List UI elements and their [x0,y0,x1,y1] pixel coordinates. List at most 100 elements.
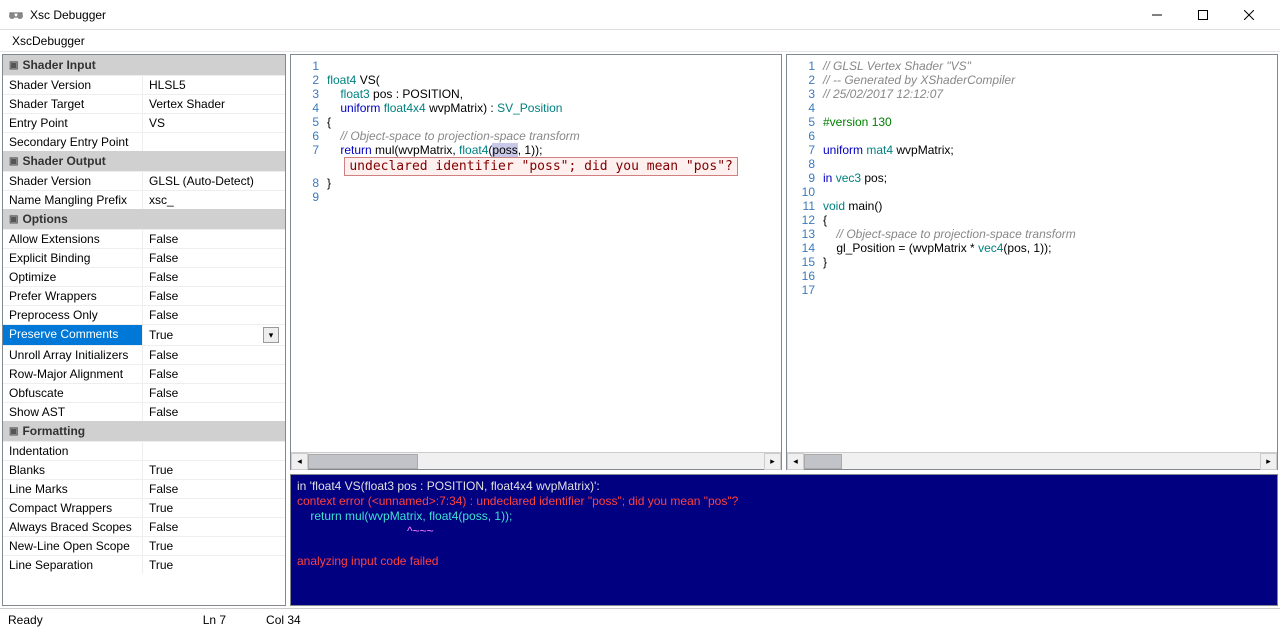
hscrollbar-right[interactable]: ◂ ▸ [787,452,1277,469]
property-row[interactable]: Shader VersionHLSL5 [3,75,285,94]
property-row[interactable]: Unroll Array InitializersFalse [3,345,285,364]
property-value[interactable]: False [143,518,285,536]
property-value[interactable]: True▾ [143,325,285,345]
property-group-header[interactable]: ▣Shader Output [3,151,285,171]
property-row[interactable]: OptimizeFalse [3,267,285,286]
property-row[interactable]: Entry PointVS [3,113,285,132]
property-value[interactable]: False [143,365,285,383]
dropdown-button[interactable]: ▾ [263,327,279,343]
property-row[interactable]: Compact WrappersTrue [3,498,285,517]
property-row[interactable]: Prefer WrappersFalse [3,286,285,305]
menu-item-xscdebugger[interactable]: XscDebugger [6,32,91,50]
property-value[interactable]: False [143,249,285,267]
property-row[interactable]: Row-Major AlignmentFalse [3,364,285,383]
scroll-left-icon[interactable]: ◂ [787,453,804,470]
code-line[interactable]: 15} [787,255,1277,269]
property-row[interactable]: Always Braced ScopesFalse [3,517,285,536]
code-line[interactable]: 3// 25/02/2017 12:12:07 [787,87,1277,101]
code-line[interactable]: 12{ [787,213,1277,227]
property-value[interactable]: VS [143,114,285,132]
source-editor-right[interactable]: 1// GLSL Vertex Shader "VS"2// -- Genera… [786,54,1278,470]
code-line[interactable]: 4 [787,101,1277,115]
property-group-header[interactable]: ▣Options [3,209,285,229]
property-group-header[interactable]: ▣Formatting [3,421,285,441]
property-value[interactable]: GLSL (Auto-Detect) [143,172,285,190]
property-value[interactable]: True [143,499,285,517]
code-line[interactable]: 11void main() [787,199,1277,213]
property-group-header[interactable]: ▣Shader Input [3,55,285,75]
property-row[interactable]: Line SeparationTrue [3,555,285,574]
property-value[interactable]: False [143,403,285,421]
property-row[interactable]: Allow ExtensionsFalse [3,229,285,248]
property-value[interactable]: False [143,346,285,364]
maximize-button[interactable] [1180,0,1226,30]
code-line[interactable]: 2float4 VS( [291,73,781,87]
scroll-right-icon[interactable]: ▸ [1260,453,1277,470]
property-value[interactable]: True [143,556,285,574]
property-value[interactable]: False [143,287,285,305]
close-button[interactable] [1226,0,1272,30]
source-editor-left[interactable]: 12float4 VS(3 float3 pos : POSITION,4 un… [290,54,782,470]
code-line[interactable]: 13 // Object-space to projection-space t… [787,227,1277,241]
code-line[interactable]: undeclared identifier "poss"; did you me… [291,157,781,176]
line-number: 14 [787,241,823,255]
property-value[interactable]: True [143,461,285,479]
property-row[interactable]: ObfuscateFalse [3,383,285,402]
property-row[interactable]: Preserve CommentsTrue▾ [3,324,285,345]
code-line[interactable]: 6 // Object-space to projection-space tr… [291,129,781,143]
output-console[interactable]: in 'float4 VS(float3 pos : POSITION, flo… [290,474,1278,606]
status-bar: Ready Ln 7 Col 34 [0,608,1280,630]
property-value[interactable]: False [143,268,285,286]
property-value[interactable]: True [143,537,285,555]
code-line[interactable]: 5{ [291,115,781,129]
code-line[interactable]: 3 float3 pos : POSITION, [291,87,781,101]
property-value[interactable] [143,133,285,151]
property-value[interactable]: False [143,480,285,498]
code-line[interactable]: 10 [787,185,1277,199]
minimize-button[interactable] [1134,0,1180,30]
code-line[interactable]: 1 [291,59,781,73]
property-value[interactable]: Vertex Shader [143,95,285,113]
property-row[interactable]: Shader VersionGLSL (Auto-Detect) [3,171,285,190]
code-line[interactable]: 8} [291,176,781,190]
collapse-icon[interactable]: ▣ [9,214,18,225]
property-row[interactable]: Shader TargetVertex Shader [3,94,285,113]
code-line[interactable]: 9 [291,190,781,204]
collapse-icon[interactable]: ▣ [9,60,18,71]
code-line[interactable]: 5#version 130 [787,115,1277,129]
code-line[interactable]: 17 [787,283,1277,297]
code-line[interactable]: 16 [787,269,1277,283]
property-row[interactable]: Preprocess OnlyFalse [3,305,285,324]
property-value[interactable] [143,442,285,460]
property-value[interactable]: HLSL5 [143,76,285,94]
code-line[interactable]: 6 [787,129,1277,143]
collapse-icon[interactable]: ▣ [9,426,18,437]
property-value[interactable]: xsc_ [143,191,285,209]
code-line[interactable]: 7uniform mat4 wvpMatrix; [787,143,1277,157]
property-row[interactable]: Show ASTFalse [3,402,285,421]
code-line[interactable]: 8 [787,157,1277,171]
code-line[interactable]: 9in vec3 pos; [787,171,1277,185]
property-value[interactable]: False [143,230,285,248]
property-row[interactable]: Name Mangling Prefixxsc_ [3,190,285,209]
property-row[interactable]: Line MarksFalse [3,479,285,498]
code-line[interactable]: 2// -- Generated by XShaderCompiler [787,73,1277,87]
property-row[interactable]: New-Line Open ScopeTrue [3,536,285,555]
property-row[interactable]: BlanksTrue [3,460,285,479]
code-text: uniform mat4 wvpMatrix; [823,143,1277,157]
property-row[interactable]: Secondary Entry Point [3,132,285,151]
collapse-icon[interactable]: ▣ [9,156,18,167]
code-line[interactable]: 14 gl_Position = (wvpMatrix * vec4(pos, … [787,241,1277,255]
property-value[interactable]: False [143,306,285,324]
code-line[interactable]: 4 uniform float4x4 wvpMatrix) : SV_Posit… [291,101,781,115]
code-line[interactable]: 7 return mul(wvpMatrix, float4(poss, 1))… [291,143,781,157]
hscrollbar-left[interactable]: ◂ ▸ [291,452,781,469]
property-grid[interactable]: ▣Shader InputShader VersionHLSL5Shader T… [2,54,286,606]
property-row[interactable]: Indentation [3,441,285,460]
scroll-right-icon[interactable]: ▸ [764,453,781,470]
code-text: float3 pos : POSITION, [327,87,781,101]
property-row[interactable]: Explicit BindingFalse [3,248,285,267]
scroll-left-icon[interactable]: ◂ [291,453,308,470]
property-value[interactable]: False [143,384,285,402]
code-line[interactable]: 1// GLSL Vertex Shader "VS" [787,59,1277,73]
